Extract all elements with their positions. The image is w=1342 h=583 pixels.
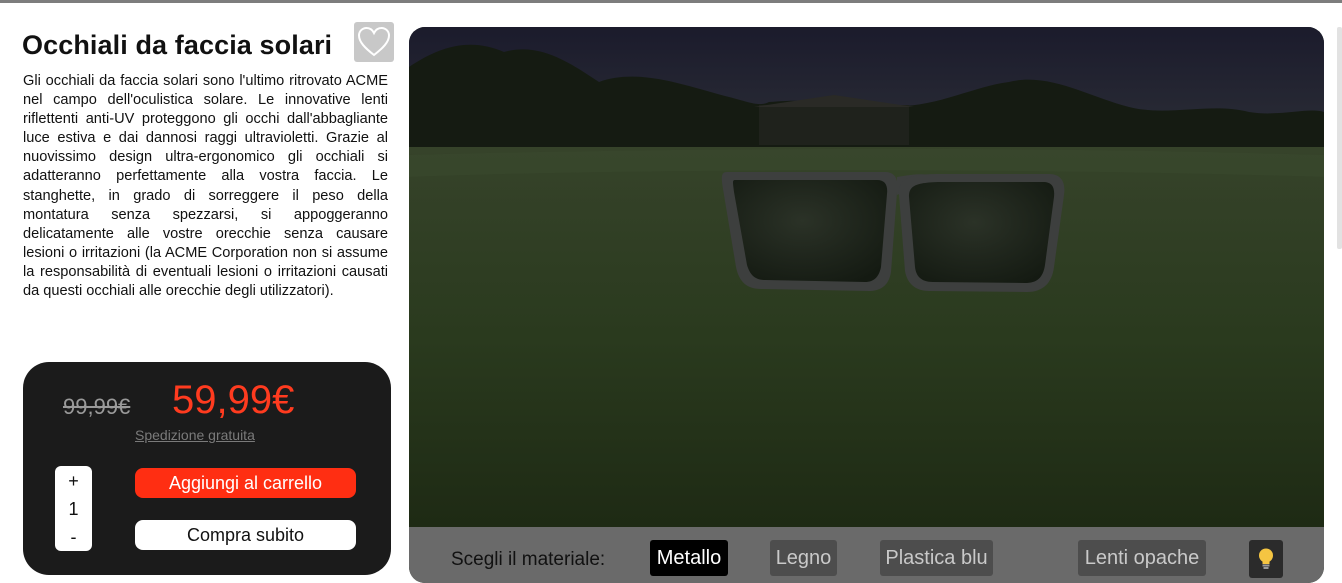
- buy-now-button[interactable]: Compra subito: [135, 520, 356, 550]
- quantity-stepper: + 1 -: [55, 466, 92, 551]
- purchase-panel: 99,99€ 59,99€ Spedizione gratuita + 1 - …: [23, 362, 391, 575]
- product-3d-viewer[interactable]: Scegli il materiale: Metallo Legno Plast…: [409, 27, 1324, 583]
- product-description: Gli occhiali da faccia solari sono l'ult…: [23, 73, 388, 300]
- lenti-opache-button[interactable]: Lenti opache: [1078, 540, 1206, 576]
- add-to-cart-button[interactable]: Aggiungi al carrello: [135, 468, 356, 498]
- old-price: 99,99€: [63, 394, 131, 419]
- material-legno-button[interactable]: Legno: [770, 540, 837, 576]
- quantity-value: 1: [68, 499, 79, 519]
- page-scrollbar[interactable]: [1337, 27, 1342, 249]
- product-title: Occhiali da faccia solari: [22, 30, 333, 60]
- quantity-increase-button[interactable]: +: [68, 469, 79, 493]
- quantity-decrease-button[interactable]: -: [71, 525, 77, 549]
- material-toolbar: Scegli il materiale: Metallo Legno Plast…: [409, 527, 1324, 583]
- material-metallo-button[interactable]: Metallo: [650, 540, 728, 576]
- lightbulb-icon: [1259, 548, 1273, 569]
- top-divider: [0, 0, 1342, 3]
- heart-icon: [357, 26, 391, 57]
- favorite-button[interactable]: [354, 22, 394, 62]
- material-plastica-blu-button[interactable]: Plastica blu: [880, 540, 993, 576]
- sale-price: 59,99€: [172, 378, 295, 422]
- material-label: Scegli il materiale:: [451, 549, 606, 570]
- viewer-scene[interactable]: [409, 27, 1324, 527]
- lighting-toggle-button[interactable]: [1249, 540, 1283, 578]
- free-shipping-link[interactable]: Spedizione gratuita: [135, 427, 255, 443]
